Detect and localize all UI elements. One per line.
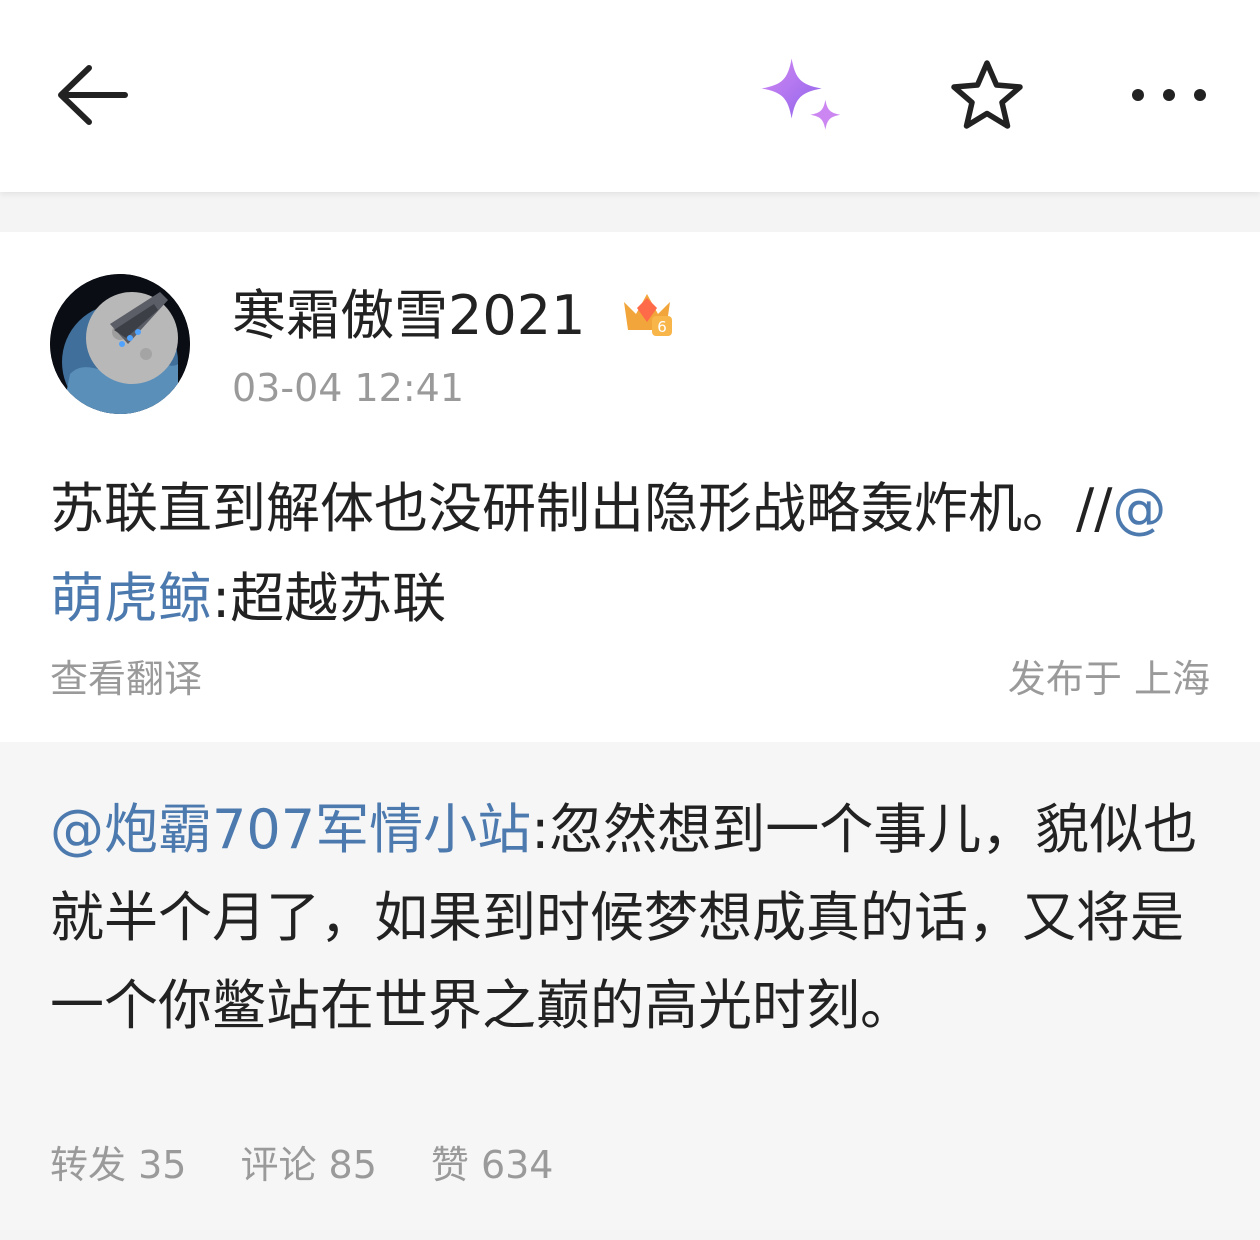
like-count[interactable]: 赞 634 [431, 1142, 554, 1188]
post-content: 苏联直到解体也没研制出隐形战略轰炸机。//@萌虎鲸:超越苏联 [50, 464, 1210, 644]
post-time: 03-04 12:41 [232, 366, 465, 410]
post-location: 发布于 上海 [1007, 657, 1210, 701]
more-button[interactable] [1124, 50, 1214, 140]
translate-link[interactable]: 查看翻译 [50, 656, 202, 702]
content-text-after: :超越苏联 [212, 567, 447, 630]
post-card: 寒霜傲雪2021 6 03-04 12:41 苏联直到解体也没研制出隐形战略轰炸… [0, 232, 1260, 742]
repost-stats: 转发 35 评论 85 赞 634 [50, 1142, 554, 1188]
back-button[interactable] [48, 50, 138, 140]
repost-mention-link[interactable]: @炮霸707军情小站 [50, 798, 531, 861]
avatar-image [50, 274, 190, 414]
repost-content: @炮霸707军情小站:忽然想到一个事儿，貌似也就半个月了，如果到时候梦想成真的话… [50, 786, 1220, 1050]
repost-count[interactable]: 转发 35 [50, 1142, 186, 1188]
avatar[interactable] [50, 274, 190, 414]
sparkle-icon [761, 58, 841, 130]
username[interactable]: 寒霜傲雪2021 [232, 284, 585, 348]
comment-count[interactable]: 评论 85 [240, 1142, 376, 1188]
top-bar [0, 0, 1260, 192]
ai-assistant-button[interactable] [756, 50, 846, 140]
star-icon [951, 60, 1023, 129]
more-dots-icon [1132, 89, 1206, 101]
vip-badge: 6 [620, 286, 674, 340]
back-arrow-icon [58, 65, 128, 125]
content-text: 苏联直到解体也没研制出隐形战略轰炸机。// [50, 477, 1113, 540]
svg-text:6: 6 [657, 318, 667, 336]
favorite-button[interactable] [942, 50, 1032, 140]
crown-badge-icon: 6 [624, 294, 672, 336]
repost-card[interactable]: @炮霸707军情小站:忽然想到一个事儿，貌似也就半个月了，如果到时候梦想成真的话… [0, 742, 1260, 1230]
